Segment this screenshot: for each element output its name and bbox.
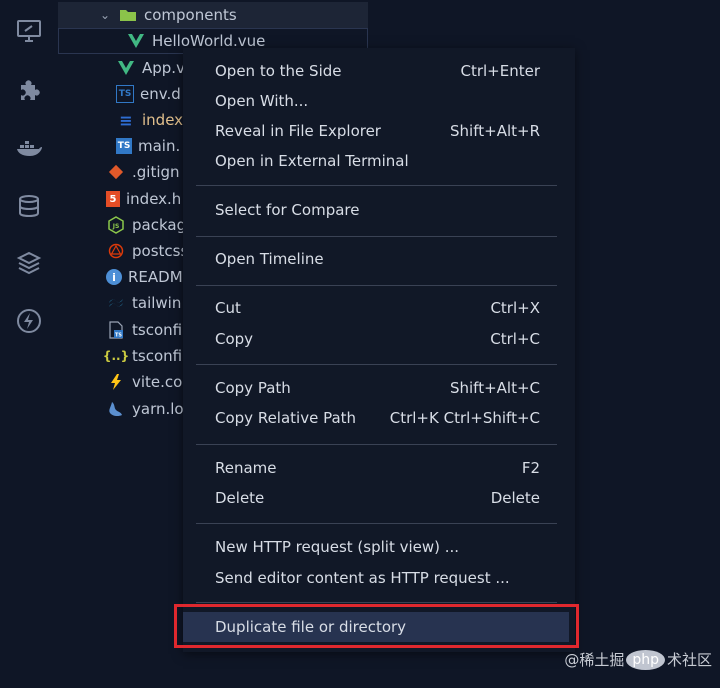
menu-item-label: Copy <box>215 330 254 348</box>
menu-item-label: Open in External Terminal <box>215 152 409 170</box>
menu-item-select-for-compare[interactable]: Select for Compare <box>183 195 575 225</box>
menu-separator <box>196 236 557 237</box>
menu-item-new-http-request[interactable]: New HTTP request (split view) ... <box>183 532 575 562</box>
menu-item-shortcut: Ctrl+Enter <box>460 62 540 80</box>
ts-icon: TS <box>116 138 132 154</box>
menu-item-label: Copy Path <box>215 379 291 397</box>
postcss-icon <box>106 241 126 261</box>
menu-item-label: Open to the Side <box>215 62 342 80</box>
menu-item-duplicate[interactable]: Duplicate file or directory <box>183 612 569 642</box>
menu-item-shortcut: Ctrl+K Ctrl+Shift+C <box>389 409 540 427</box>
menu-item-open-external-terminal[interactable]: Open in External Terminal <box>183 146 575 176</box>
menu-item-copy-path[interactable]: Copy Path Shift+Alt+C <box>183 373 575 403</box>
vue-icon <box>116 58 136 78</box>
menu-separator <box>196 364 557 365</box>
layers-icon[interactable] <box>12 246 46 280</box>
tree-file-label: main. <box>138 137 181 155</box>
php-logo: php <box>626 649 665 670</box>
tree-file-label: tsconfi <box>132 347 183 365</box>
tree-folder-label: components <box>144 6 237 24</box>
tree-file-label: postcss <box>132 242 189 260</box>
menu-item-reveal-in-explorer[interactable]: Reveal in File Explorer Shift+Alt+R <box>183 116 575 146</box>
tailwind-icon <box>106 293 126 313</box>
context-menu: Open to the Side Ctrl+Enter Open With...… <box>183 48 575 652</box>
folder-icon <box>118 5 138 25</box>
extensions-icon[interactable] <box>12 73 46 107</box>
menu-item-shortcut: Shift+Alt+R <box>450 122 540 140</box>
css-icon: ≡ <box>119 110 133 130</box>
nodejs-icon: JS <box>106 215 126 235</box>
tree-file-label: READM <box>128 268 183 286</box>
menu-item-cut[interactable]: Cut Ctrl+X <box>183 293 575 323</box>
tree-file-label: tailwin <box>132 294 182 312</box>
menu-item-label: Open Timeline <box>215 250 324 268</box>
ts-icon: TS <box>116 85 134 103</box>
database-icon[interactable] <box>12 189 46 223</box>
menu-separator <box>196 185 557 186</box>
menu-item-open-timeline[interactable]: Open Timeline <box>183 244 575 274</box>
docker-icon[interactable] <box>12 131 46 165</box>
menu-item-shortcut: F2 <box>521 459 540 477</box>
menu-item-rename[interactable]: Rename F2 <box>183 453 575 483</box>
menu-item-shortcut: Ctrl+X <box>490 299 540 317</box>
svg-text:TS: TS <box>115 333 122 339</box>
menu-separator <box>196 285 557 286</box>
tree-file-label: index.h <box>126 190 182 208</box>
menu-item-shortcut: Delete <box>490 489 540 507</box>
tsconfig-icon: TS <box>106 320 126 340</box>
menu-item-shortcut: Shift+Alt+C <box>449 379 540 397</box>
yarn-icon <box>106 399 126 419</box>
tree-folder-components[interactable]: ⌄ components <box>58 2 368 28</box>
watermark: @稀土掘 php 术社区 <box>564 649 712 670</box>
menu-item-label: Send editor content as HTTP request ... <box>215 569 510 587</box>
tree-file-label: App.v <box>142 59 185 77</box>
menu-item-label: Open With... <box>215 92 309 110</box>
vite-icon <box>106 372 126 392</box>
watermark-prefix: @稀土掘 <box>564 651 625 669</box>
tree-file-label: .gitign <box>132 163 180 181</box>
tree-file-label: packag <box>132 216 187 234</box>
watermark-suffix: 术社区 <box>666 651 712 669</box>
menu-item-label: Delete <box>215 489 265 507</box>
remote-explorer-icon[interactable] <box>12 14 46 48</box>
menu-item-label: Select for Compare <box>215 201 360 219</box>
tree-file-label: index <box>142 111 184 129</box>
menu-item-label: Cut <box>215 299 241 317</box>
info-icon: i <box>106 269 122 285</box>
menu-item-open-to-side[interactable]: Open to the Side Ctrl+Enter <box>183 56 575 86</box>
thunder-client-icon[interactable] <box>12 304 46 338</box>
git-icon <box>106 162 126 182</box>
activity-bar <box>0 0 58 688</box>
menu-item-delete[interactable]: Delete Delete <box>183 483 575 513</box>
menu-item-label: Copy Relative Path <box>215 409 357 427</box>
tree-file-label: tsconfi <box>132 321 183 339</box>
tree-file-label: yarn.lo <box>132 400 184 418</box>
json-icon: {..} <box>102 349 130 363</box>
vue-icon <box>126 31 146 51</box>
tree-file-label: env.d <box>140 85 181 103</box>
menu-separator <box>196 444 557 445</box>
menu-item-copy-relative-path[interactable]: Copy Relative Path Ctrl+K Ctrl+Shift+C <box>183 403 575 433</box>
menu-item-label: Duplicate file or directory <box>215 618 407 636</box>
menu-item-copy[interactable]: Copy Ctrl+C <box>183 324 575 354</box>
html-icon: 5 <box>106 191 120 207</box>
menu-separator <box>196 602 557 603</box>
chevron-down-icon: ⌄ <box>99 8 111 22</box>
menu-item-send-http-request[interactable]: Send editor content as HTTP request ... <box>183 563 575 593</box>
menu-separator <box>196 523 557 524</box>
menu-item-label: Rename <box>215 459 277 477</box>
menu-item-shortcut: Ctrl+C <box>490 330 540 348</box>
menu-item-label: New HTTP request (split view) ... <box>215 538 460 556</box>
menu-item-open-with[interactable]: Open With... <box>183 86 575 116</box>
menu-item-label: Reveal in File Explorer <box>215 122 381 140</box>
tree-file-label: vite.co <box>132 373 183 391</box>
svg-text:JS: JS <box>112 223 120 230</box>
